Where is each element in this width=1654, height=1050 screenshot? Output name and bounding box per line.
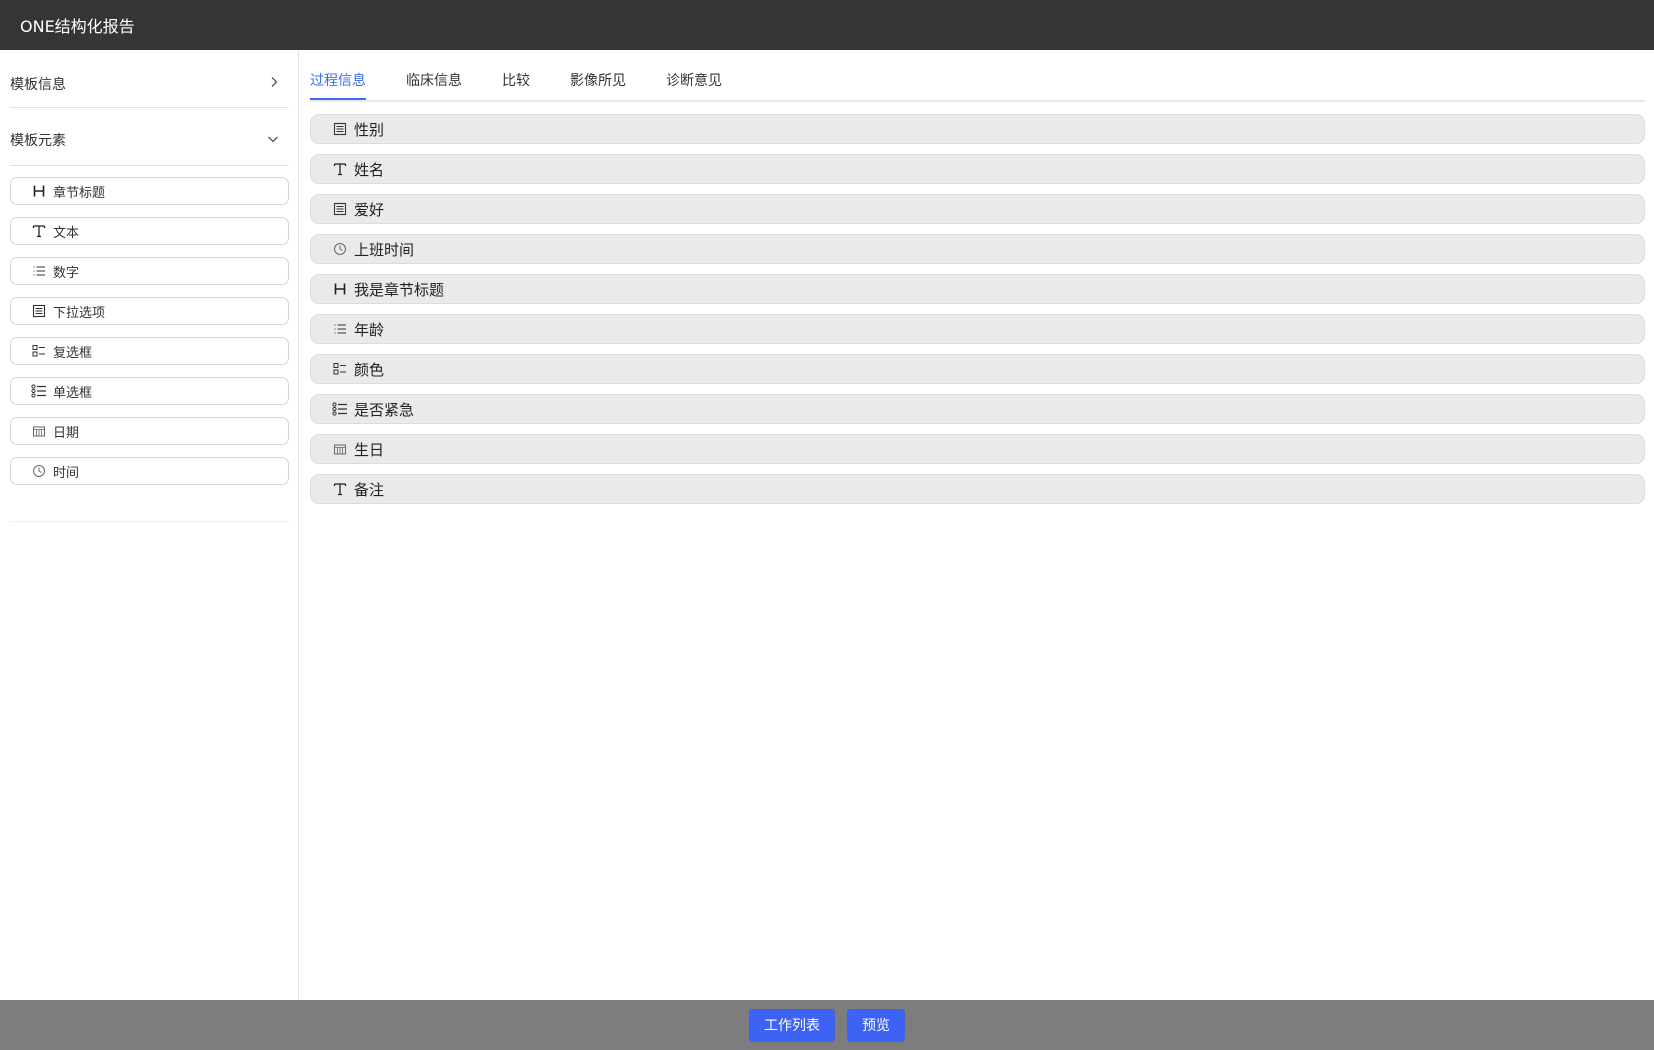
- field-label: 我是章节标题: [354, 280, 445, 299]
- element-label: 下拉选项: [53, 305, 106, 321]
- app-title: ONE结构化报告: [20, 17, 135, 36]
- tab-bar: 过程信息 临床信息 比较 影像所见 诊断意见: [310, 69, 1645, 102]
- sidebar: 模板信息 模板元素 章节标题 文本 数字 下拉选项 复选框 单选框 日期 时间: [0, 50, 299, 1000]
- text-icon: [332, 481, 348, 497]
- field-label: 备注: [354, 480, 385, 499]
- element-label: 单选框: [53, 385, 93, 401]
- tab-process-info[interactable]: 过程信息: [310, 69, 366, 100]
- field-remarks[interactable]: 备注: [310, 474, 1645, 504]
- radio-list-icon: [332, 401, 348, 417]
- field-label: 性别: [354, 120, 385, 139]
- field-urgent[interactable]: 是否紧急: [310, 394, 1645, 424]
- checkbox-icon: [332, 361, 348, 377]
- element-label: 数字: [53, 265, 80, 281]
- number-list-icon: [332, 321, 348, 337]
- text-icon: [31, 223, 47, 239]
- element-checkbox[interactable]: 复选框: [10, 337, 289, 365]
- element-label: 复选框: [53, 345, 93, 361]
- radio-list-icon: [31, 383, 47, 399]
- field-work-time[interactable]: 上班时间: [310, 234, 1645, 264]
- clock-icon: [31, 463, 47, 479]
- field-label: 上班时间: [354, 240, 415, 259]
- field-hobby[interactable]: 爱好: [310, 194, 1645, 224]
- field-label: 爱好: [354, 200, 385, 219]
- checkbox-icon: [31, 343, 47, 359]
- element-label: 章节标题: [53, 185, 106, 201]
- app-header: ONE结构化报告: [0, 0, 1654, 50]
- field-birthday[interactable]: 生日: [310, 434, 1645, 464]
- element-label: 时间: [53, 465, 80, 481]
- field-name[interactable]: 姓名: [310, 154, 1645, 184]
- divider: [10, 107, 289, 108]
- field-label: 姓名: [354, 160, 385, 179]
- text-icon: [332, 161, 348, 177]
- main-panel: 过程信息 临床信息 比较 影像所见 诊断意见 性别 姓名 爱好 上班时间 我是章…: [299, 50, 1654, 1000]
- template-info-header[interactable]: 模板信息: [10, 60, 289, 108]
- worklist-button[interactable]: 工作列表: [749, 1008, 835, 1042]
- tab-comparison[interactable]: 比较: [502, 69, 530, 100]
- field-label: 是否紧急: [354, 400, 415, 419]
- element-list: 章节标题 文本 数字 下拉选项 复选框 单选框 日期 时间: [10, 177, 289, 497]
- tab-clinical-info[interactable]: 临床信息: [406, 69, 462, 100]
- dropdown-icon: [332, 201, 348, 217]
- element-date[interactable]: 日期: [10, 417, 289, 445]
- divider: [10, 165, 289, 166]
- element-label: 文本: [53, 225, 80, 241]
- dropdown-icon: [332, 121, 348, 137]
- element-radio[interactable]: 单选框: [10, 377, 289, 405]
- divider: [10, 521, 289, 522]
- heading-icon: [31, 183, 47, 199]
- element-text[interactable]: 文本: [10, 217, 289, 245]
- tab-diagnosis[interactable]: 诊断意见: [666, 69, 722, 100]
- field-color[interactable]: 颜色: [310, 354, 1645, 384]
- tab-imaging-findings[interactable]: 影像所见: [570, 69, 626, 100]
- element-number[interactable]: 数字: [10, 257, 289, 285]
- template-elements-header[interactable]: 模板元素: [10, 116, 289, 164]
- field-gender[interactable]: 性别: [310, 114, 1645, 144]
- preview-button[interactable]: 预览: [847, 1008, 905, 1042]
- field-label: 年龄: [354, 320, 385, 339]
- dropdown-icon: [31, 303, 47, 319]
- calendar-icon: [332, 441, 348, 457]
- template-elements-label: 模板元素: [10, 133, 66, 149]
- field-section-heading[interactable]: 我是章节标题: [310, 274, 1645, 304]
- field-list: 性别 姓名 爱好 上班时间 我是章节标题 年龄 颜色 是否紧急 生日 备注: [310, 114, 1645, 514]
- footer-bar: 工作列表 预览: [0, 1000, 1654, 1050]
- element-dropdown[interactable]: 下拉选项: [10, 297, 289, 325]
- template-info-label: 模板信息: [10, 77, 66, 93]
- field-label: 生日: [354, 440, 385, 459]
- number-list-icon: [31, 263, 47, 279]
- field-label: 颜色: [354, 360, 385, 379]
- calendar-icon: [31, 423, 47, 439]
- chevron-right-icon: [269, 76, 279, 92]
- heading-icon: [332, 281, 348, 297]
- chevron-down-icon: [267, 132, 279, 148]
- element-label: 日期: [53, 425, 80, 441]
- element-heading[interactable]: 章节标题: [10, 177, 289, 205]
- clock-icon: [332, 241, 348, 257]
- field-age[interactable]: 年龄: [310, 314, 1645, 344]
- element-time[interactable]: 时间: [10, 457, 289, 485]
